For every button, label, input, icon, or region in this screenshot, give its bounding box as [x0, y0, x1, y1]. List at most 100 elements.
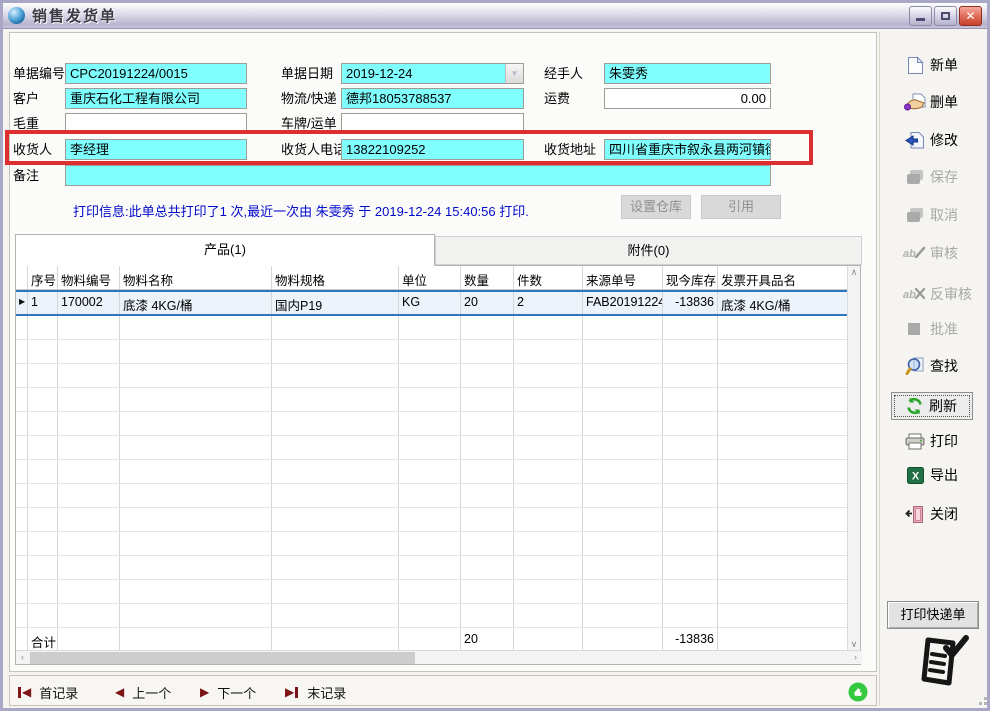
sidebar-divider	[879, 32, 880, 706]
edit-doc-button[interactable]: 修改	[903, 129, 981, 151]
empty-cell	[583, 436, 663, 459]
export-button[interactable]: X 导出	[903, 464, 981, 486]
logistics-field[interactable]: 德邦18053788537	[341, 88, 524, 109]
minimize-button[interactable]	[909, 6, 932, 26]
empty-rows	[16, 316, 848, 628]
close-button[interactable]: ✕	[959, 6, 982, 26]
empty-cell	[663, 556, 718, 579]
table-row[interactable]	[16, 556, 848, 580]
consignee-phone-field[interactable]: 13822109252	[341, 139, 524, 160]
audit-icon: ab	[903, 245, 927, 261]
print-button[interactable]: 打印	[903, 430, 981, 452]
empty-cell	[28, 412, 58, 435]
total-qty: 20	[461, 628, 514, 651]
print-icon	[903, 433, 927, 450]
scroll-left-icon[interactable]: ‹	[16, 651, 29, 664]
customer-field[interactable]: 重庆石化工程有限公司	[65, 88, 247, 109]
maximize-button[interactable]	[934, 6, 957, 26]
sidebar-item-label: 保存	[930, 167, 958, 187]
delivery-address-field[interactable]: 四川省重庆市叙永县两河镇街道	[604, 139, 771, 160]
empty-cell	[663, 436, 718, 459]
next-record-button[interactable]: ▶ 下一个	[200, 682, 256, 702]
empty-cell	[514, 412, 583, 435]
chevron-down-icon[interactable]: ▼	[505, 64, 523, 83]
table-row-selected[interactable]: ▶ 1 170002 底漆 4KG/桶 国内P19 KG 20 2 FAB201…	[16, 290, 848, 316]
empty-cell	[28, 364, 58, 387]
empty-cell	[58, 340, 120, 363]
cancel-icon	[903, 207, 927, 223]
table-row[interactable]	[16, 604, 848, 628]
table-row[interactable]	[16, 580, 848, 604]
resize-grip[interactable]	[975, 693, 987, 705]
empty-cell	[718, 604, 848, 627]
refresh-button[interactable]: 刷新	[891, 392, 973, 420]
previous-record-button[interactable]: ◀ 上一个	[115, 682, 171, 702]
table-row[interactable]	[16, 508, 848, 532]
empty-cell	[16, 388, 28, 411]
sidebar-item-label: 反审核	[930, 284, 972, 304]
table-row[interactable]	[16, 412, 848, 436]
find-button[interactable]: 查找	[903, 355, 981, 377]
vertical-scrollbar[interactable]: ∧ ∨	[847, 266, 860, 651]
empty-cell	[272, 532, 399, 555]
search-icon	[903, 356, 927, 376]
empty-cell	[514, 532, 583, 555]
table-row[interactable]	[16, 388, 848, 412]
table-row[interactable]	[16, 460, 848, 484]
total-stock: -13836	[663, 628, 718, 651]
doc-no-field[interactable]: CPC20191224/0015	[65, 63, 247, 84]
gross-weight-field[interactable]	[65, 113, 247, 134]
empty-cell	[272, 364, 399, 387]
close-form-button[interactable]: 关闭	[903, 503, 981, 525]
unaudit-button: ab 反审核	[903, 283, 981, 305]
empty-cell	[718, 340, 848, 363]
sidebar-item-label: 打印	[930, 431, 958, 451]
empty-cell	[399, 460, 461, 483]
close-icon: ✕	[965, 9, 975, 23]
scroll-up-icon[interactable]: ∧	[848, 266, 860, 279]
tab-products[interactable]: 产品(1)	[15, 234, 435, 266]
logistics-label: 物流/快递	[281, 89, 337, 109]
tab-attachments[interactable]: 附件(0)	[435, 236, 862, 265]
empty-cell	[399, 436, 461, 459]
table-row[interactable]	[16, 364, 848, 388]
handler-field[interactable]: 朱雯秀	[604, 63, 771, 84]
empty-cell	[663, 340, 718, 363]
remark-field[interactable]	[65, 165, 771, 186]
sidebar-item-label: 取消	[930, 205, 958, 225]
print-express-button[interactable]: 打印快递单	[887, 601, 979, 629]
gross-weight-label: 毛重	[13, 114, 39, 134]
empty-cell	[16, 532, 28, 555]
new-doc-icon	[903, 56, 927, 75]
empty-cell	[28, 532, 58, 555]
table-row[interactable]	[16, 340, 848, 364]
sidebar-item-label: 审核	[930, 243, 958, 263]
empty-cell	[461, 412, 514, 435]
plate-waybill-field[interactable]	[341, 113, 524, 134]
empty-cell	[399, 556, 461, 579]
table-row[interactable]	[16, 484, 848, 508]
horizontal-scrollbar[interactable]: ‹ ›	[16, 650, 862, 664]
new-doc-button[interactable]: 新单	[903, 54, 981, 76]
empty-cell	[399, 508, 461, 531]
empty-cell	[58, 484, 120, 507]
scroll-right-icon[interactable]: ›	[849, 651, 862, 664]
freight-field[interactable]: 0.00	[604, 88, 771, 109]
doc-date-field[interactable]: 2019-12-24 ▼	[341, 63, 524, 84]
empty-cell	[583, 364, 663, 387]
empty-cell	[120, 388, 272, 411]
scrollbar-thumb[interactable]	[30, 652, 415, 664]
empty-cell	[583, 532, 663, 555]
empty-cell	[58, 508, 120, 531]
empty-cell	[272, 604, 399, 627]
delete-doc-button[interactable]: 删单	[903, 91, 981, 113]
empty-cell	[399, 532, 461, 555]
empty-cell	[28, 580, 58, 603]
table-row[interactable]	[16, 436, 848, 460]
first-record-button[interactable]: ◀ 首记录	[17, 682, 78, 702]
last-record-button[interactable]: ▶ 末记录	[285, 682, 346, 702]
empty-cell	[718, 580, 848, 603]
table-row[interactable]	[16, 316, 848, 340]
consignee-field[interactable]: 李经理	[65, 139, 247, 160]
table-row[interactable]	[16, 532, 848, 556]
